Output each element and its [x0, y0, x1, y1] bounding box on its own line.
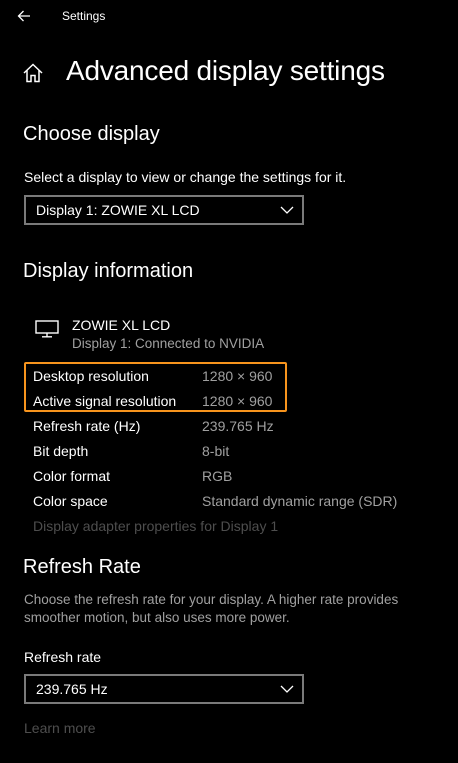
- back-button[interactable]: [10, 4, 38, 28]
- info-label-color-format: Color format: [33, 468, 111, 484]
- refresh-rate-heading: Refresh Rate: [23, 556, 141, 578]
- home-icon: [23, 63, 43, 83]
- monitor-icon: [35, 320, 59, 338]
- monitor-subtitle: Display 1: Connected to NVIDIA: [72, 336, 265, 351]
- info-value-desktop-resolution: 1280 × 960: [202, 368, 273, 384]
- choose-display-description: Select a display to view or change the s…: [24, 169, 347, 185]
- info-value-active-signal-resolution: 1280 × 960: [202, 393, 273, 409]
- display-information-heading: Display information: [23, 260, 194, 282]
- monitor-name: ZOWIE XL LCD: [72, 317, 171, 333]
- page-title: Advanced display settings: [66, 55, 385, 86]
- refresh-rate-field-label: Refresh rate: [24, 649, 102, 665]
- refresh-rate-dropdown[interactable]: 239.765 Hz: [24, 674, 304, 704]
- chevron-down-icon: [280, 685, 294, 693]
- info-label-color-space: Color space: [33, 493, 108, 509]
- info-label-bit-depth: Bit depth: [33, 443, 89, 459]
- info-value-color-format: RGB: [202, 468, 233, 484]
- info-value-bit-depth: 8-bit: [202, 443, 230, 459]
- info-label-active-signal-resolution: Active signal resolution: [33, 393, 177, 409]
- learn-more-link[interactable]: Learn more: [24, 720, 96, 736]
- display-select-dropdown[interactable]: Display 1: ZOWIE XL LCD: [24, 195, 304, 225]
- refresh-rate-description-line1: Choose the refresh rate for your display…: [24, 592, 399, 607]
- display-adapter-properties-link[interactable]: Display adapter properties for Display 1: [33, 518, 278, 534]
- info-label-refresh-rate: Refresh rate (Hz): [33, 418, 141, 434]
- refresh-rate-select-value: 239.765 Hz: [36, 681, 108, 697]
- back-arrow-icon: [17, 10, 30, 22]
- home-button[interactable]: [22, 62, 46, 86]
- display-select-value: Display 1: ZOWIE XL LCD: [36, 202, 200, 218]
- info-value-color-space: Standard dynamic range (SDR): [202, 493, 398, 509]
- chevron-down-icon: [280, 206, 294, 214]
- refresh-rate-description-line2: smoother motion, but also uses more powe…: [24, 610, 290, 625]
- window-title: Settings: [62, 9, 106, 23]
- info-value-refresh-rate: 239.765 Hz: [202, 418, 274, 434]
- info-label-desktop-resolution: Desktop resolution: [33, 368, 149, 384]
- choose-display-heading: Choose display: [23, 123, 160, 145]
